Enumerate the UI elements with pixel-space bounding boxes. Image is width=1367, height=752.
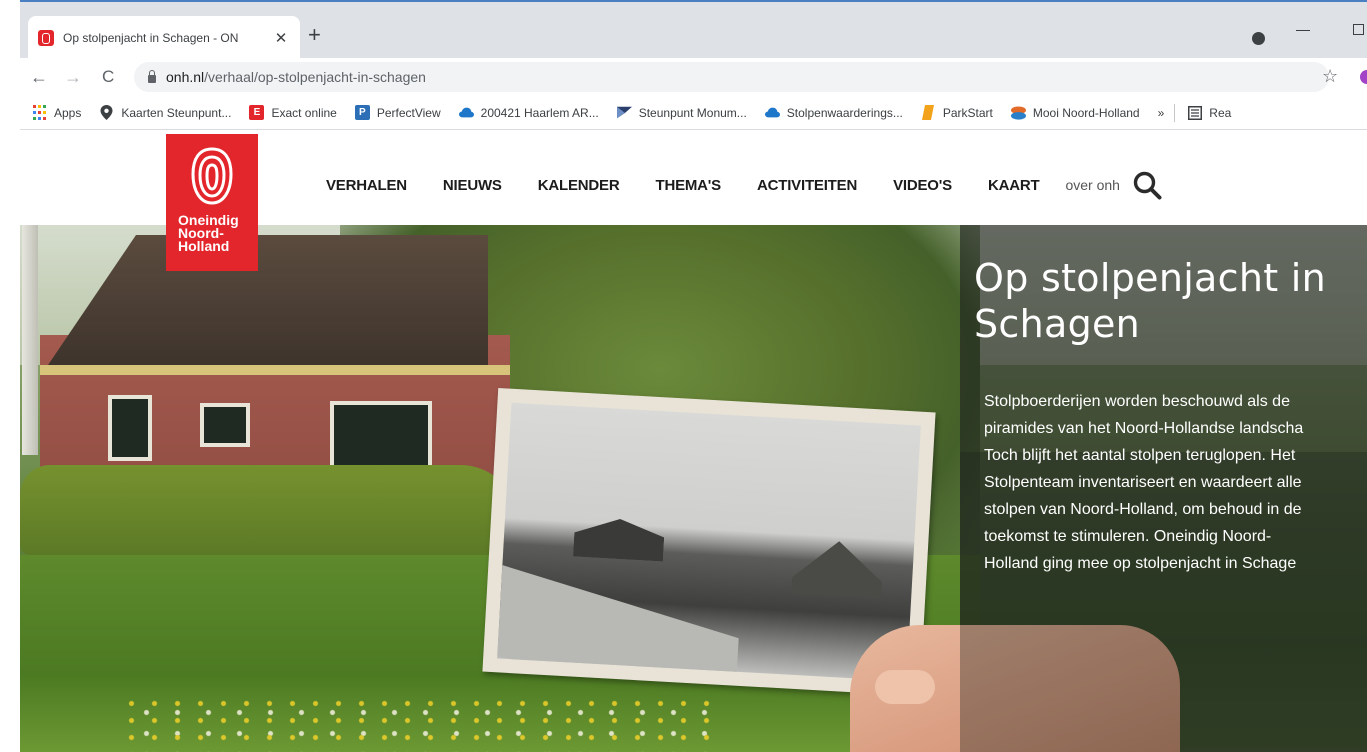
maximize-icon[interactable] <box>1353 24 1364 35</box>
bookmark-label: Apps <box>54 105 82 120</box>
apps-grid-icon <box>32 105 47 120</box>
photo-farm <box>573 516 665 561</box>
bookmark-label: Stolpenwaarderings... <box>786 105 903 120</box>
bookmark-stolpenwaarderings[interactable]: Stolpenwaarderings... <box>764 105 903 120</box>
hero-hedge <box>20 465 520 555</box>
address-bar[interactable]: onh.nl/verhaal/op-stolpenjacht-in-schage… <box>134 62 1329 92</box>
browser-chrome: Op stolpenjacht in Schagen - ON ✕ + ← → … <box>20 0 1367 134</box>
extension-icon[interactable] <box>1360 70 1367 84</box>
bookmark-label: PerfectView <box>376 105 441 120</box>
site-logo[interactable]: Oneindig Noord- Holland <box>166 134 258 271</box>
mooi-nh-icon <box>1010 105 1026 120</box>
bookmark-label: Steunpunt Monum... <box>638 105 747 120</box>
bookmark-apps[interactable]: Apps <box>32 105 81 120</box>
nav-over-onh[interactable]: over onh <box>1065 177 1119 193</box>
profile-icon[interactable] <box>1252 32 1265 45</box>
forward-button[interactable]: → <box>64 65 82 89</box>
parkstart-icon <box>921 105 936 120</box>
bookmark-perfectview[interactable]: P PerfectView <box>354 105 441 120</box>
intro-line: Stolpenteam inventariseert en waardeert … <box>984 474 1302 491</box>
tab-strip: Op stolpenjacht in Schagen - ON ✕ + <box>20 0 1367 60</box>
cloud-icon <box>764 105 780 120</box>
tab-title: Op stolpenjacht in Schagen - ON <box>63 31 239 45</box>
hero-thumb <box>875 670 935 704</box>
reading-list-label: Rea <box>1209 105 1232 120</box>
intro-line: piramides van het Noord-Hollandse landsc… <box>984 420 1304 437</box>
bookmark-label: ParkStart <box>942 105 993 120</box>
page-title: Op stolpenjacht in Schagen <box>974 255 1367 347</box>
close-icon[interactable]: ✕ <box>272 29 290 47</box>
bookmark-mooi-noord-holland[interactable]: Mooi Noord-Holland <box>1010 105 1140 120</box>
photo-road <box>497 558 739 682</box>
historic-photo-image <box>497 402 921 682</box>
photo-farm <box>791 539 884 599</box>
minimize-icon[interactable] <box>1296 30 1310 31</box>
bookmarks-divider <box>1174 103 1176 122</box>
lock-icon[interactable] <box>148 70 156 83</box>
tab-active[interactable]: Op stolpenjacht in Schagen - ON ✕ <box>28 16 300 60</box>
exact-logo-icon: E <box>249 105 265 120</box>
intro-line: toekomst te stimuleren. Oneindig Noord- <box>984 528 1272 545</box>
main-nav: VERHALEN NIEUWS KALENDER THEMA'S ACTIVIT… <box>326 170 1162 200</box>
bookmark-steunpunt-monum[interactable]: Steunpunt Monum... <box>616 105 747 120</box>
reading-list-icon <box>1187 105 1202 120</box>
bookmark-haarlem[interactable]: 200421 Haarlem AR... <box>458 105 599 120</box>
bookmark-kaarten-steunpunt[interactable]: Kaarten Steunpunt... <box>99 105 231 120</box>
perfectview-logo-icon: P <box>354 105 370 120</box>
logo-line: Holland <box>178 238 230 254</box>
window-left-edge <box>0 0 20 752</box>
nav-nieuws[interactable]: NIEUWS <box>443 177 502 194</box>
site-header: Oneindig Noord- Holland VERHALEN NIEUWS … <box>20 134 1367 271</box>
intro-line: Holland ging mee op stolpenjacht in Scha… <box>984 555 1297 572</box>
bookmarks-bar: Apps Kaarten Steunpunt... E Exact online… <box>20 96 1367 130</box>
nav-kalender[interactable]: KALENDER <box>538 177 620 194</box>
title-line: Schagen <box>974 302 1141 346</box>
birch-trunk <box>22 225 38 455</box>
bookmark-parkstart[interactable]: ParkStart <box>921 105 993 120</box>
intro-line: stolpen van Noord-Holland, om behoud in … <box>984 501 1302 518</box>
nav-activiteiten[interactable]: ACTIVITEITEN <box>757 177 857 194</box>
bookmark-star-icon[interactable]: ☆ <box>1322 66 1338 87</box>
nav-themas[interactable]: THEMA'S <box>655 177 721 194</box>
browser-toolbar: ← → C onh.nl/verhaal/op-stolpenjacht-in-… <box>20 58 1367 96</box>
house-window <box>108 395 152 461</box>
new-tab-button[interactable]: + <box>308 24 321 46</box>
intro-line: Stolpboerderijen worden beschouwd als de <box>984 393 1290 410</box>
title-line: Op stolpenjacht in <box>974 256 1327 300</box>
url-path: /verhaal/op-stolpenjacht-in-schagen <box>204 69 426 85</box>
hero-intro-text: Stolpboerderijen worden beschouwd als de… <box>984 388 1367 577</box>
bookmarks-more-button[interactable]: » <box>1158 106 1165 120</box>
intro-line: Toch blijft het aantal stolpen teruglope… <box>984 447 1296 464</box>
bookmark-label: Exact online <box>271 105 337 120</box>
back-button[interactable]: ← <box>30 65 48 89</box>
house-window <box>200 403 250 447</box>
search-icon[interactable] <box>1132 170 1162 200</box>
map-pin-icon <box>99 105 114 120</box>
reload-button[interactable]: C <box>102 65 114 89</box>
nav-videos[interactable]: VIDEO'S <box>893 177 952 194</box>
flag-icon <box>616 105 632 120</box>
reading-list[interactable]: Rea <box>1187 105 1231 120</box>
cloud-icon <box>458 105 474 120</box>
house-gutter <box>40 365 510 375</box>
onh-favicon-icon <box>38 30 54 46</box>
bookmark-exact-online[interactable]: E Exact online <box>249 105 337 120</box>
nav-kaart[interactable]: KAART <box>988 177 1040 194</box>
logo-text: Oneindig Noord- Holland <box>166 213 239 254</box>
url-host: onh.nl <box>166 69 205 85</box>
nav-verhalen[interactable]: VERHALEN <box>326 177 407 194</box>
bookmark-label: 200421 Haarlem AR... <box>480 105 599 120</box>
onh-logo-mark-icon <box>191 147 233 205</box>
bookmark-label: Kaarten Steunpunt... <box>121 105 232 120</box>
hero-flowers <box>120 695 720 752</box>
hero-section: Op stolpenjacht in Schagen Stolpboerderi… <box>20 225 1367 752</box>
bookmark-label: Mooi Noord-Holland <box>1032 105 1140 120</box>
